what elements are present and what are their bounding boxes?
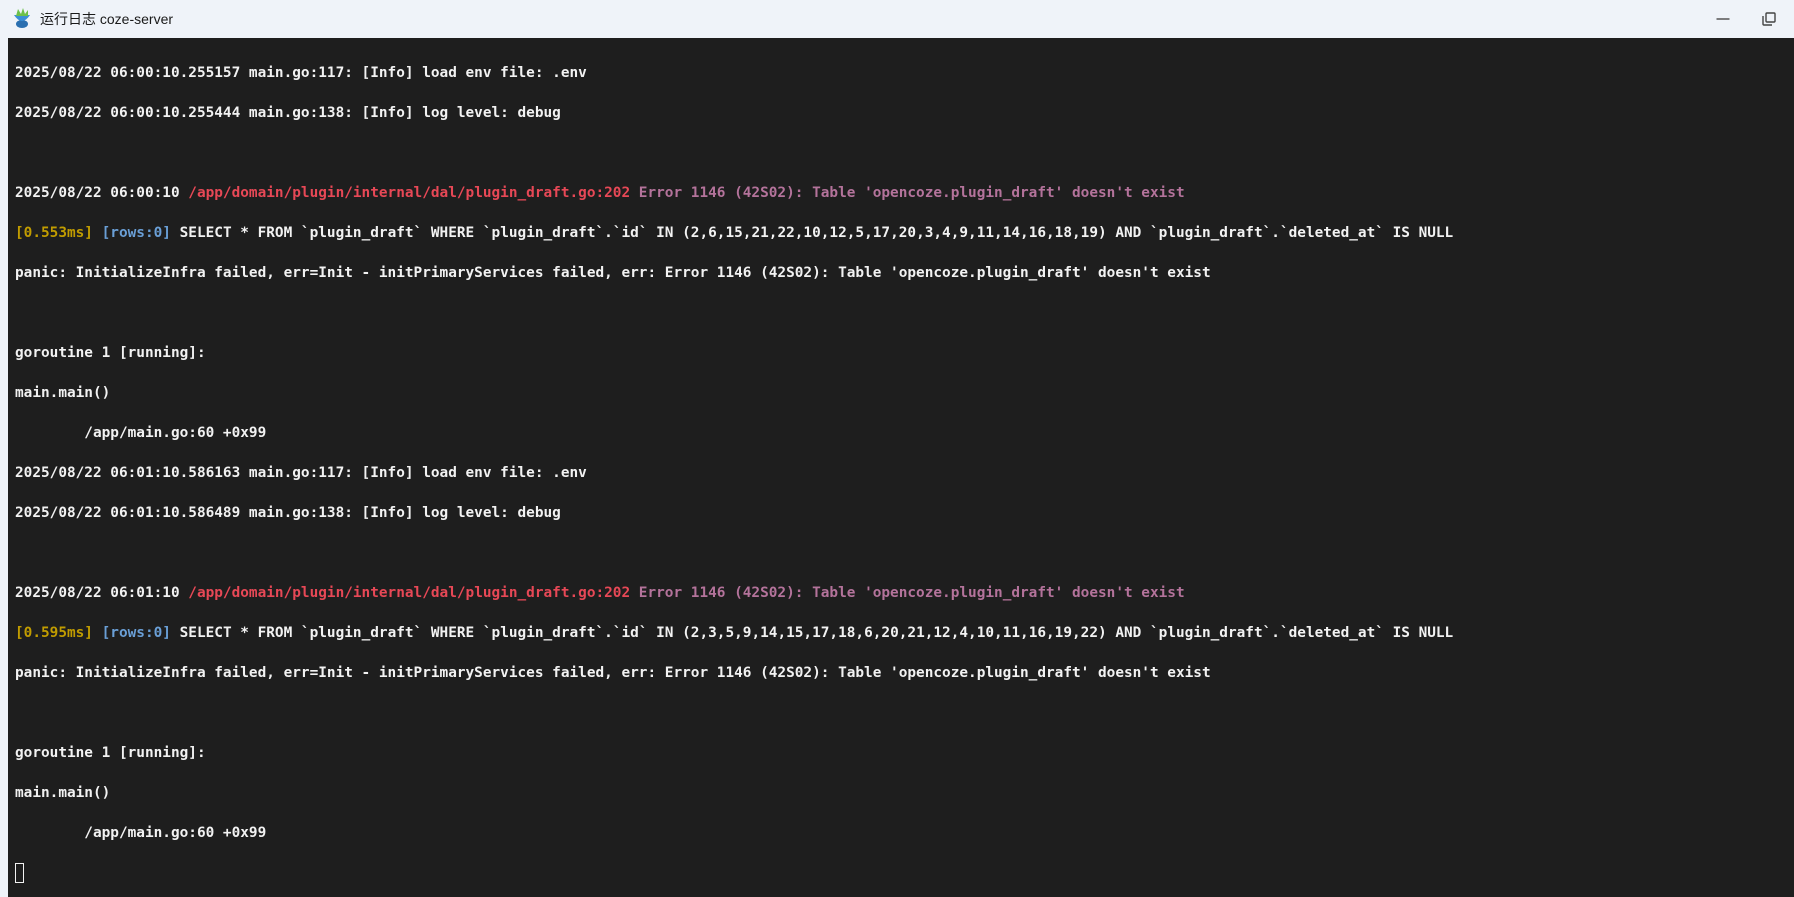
log-line: main.main() bbox=[15, 773, 1794, 813]
query-rows: [rows:0] bbox=[92, 225, 171, 241]
text-cursor bbox=[15, 863, 24, 883]
log-line: panic: InitializeInfra failed, err=Init … bbox=[15, 253, 1794, 293]
query-duration: [0.553ms] bbox=[15, 225, 93, 241]
log-line: goroutine 1 [running]: bbox=[15, 733, 1794, 773]
log-line: /app/main.go:60 +0x99 bbox=[15, 813, 1794, 853]
log-source-path: /app/domain/plugin/internal/dal/plugin_d… bbox=[188, 185, 631, 201]
log-text: main.main() bbox=[15, 385, 111, 401]
minimize-icon bbox=[1716, 18, 1730, 20]
log-text: /app/main.go:60 +0x99 bbox=[15, 425, 267, 441]
log-text: goroutine 1 [running]: bbox=[15, 345, 206, 361]
minimize-button[interactable] bbox=[1700, 0, 1746, 38]
log-output: 2025/08/22 06:00:10.255157 main.go:117: … bbox=[8, 38, 1794, 893]
log-line: 2025/08/22 06:01:10.586489 main.go:138: … bbox=[15, 493, 1794, 533]
app-icon bbox=[14, 8, 30, 28]
query-rows: [rows:0] bbox=[92, 625, 171, 641]
log-text: panic: InitializeInfra failed, err=Init … bbox=[15, 265, 1211, 281]
log-text: goroutine 1 [running]: bbox=[15, 745, 206, 761]
window-title: 运行日志 coze-server bbox=[40, 11, 174, 27]
prompt-line[interactable] bbox=[15, 853, 1794, 893]
restore-button[interactable] bbox=[1746, 0, 1792, 38]
log-terminal[interactable]: 2025/08/22 06:00:10.255157 main.go:117: … bbox=[8, 38, 1794, 897]
log-line: goroutine 1 [running]: bbox=[15, 333, 1794, 373]
log-text: main.main() bbox=[15, 785, 111, 801]
sql-statement: SELECT * FROM `plugin_draft` WHERE `plug… bbox=[170, 625, 1454, 641]
restore-icon bbox=[1762, 12, 1776, 26]
log-line: main.main() bbox=[15, 373, 1794, 413]
log-text: 2025/08/22 06:00:10.255157 main.go:117: … bbox=[15, 65, 587, 81]
log-timestamp: 2025/08/22 06:00:10 bbox=[15, 185, 189, 201]
query-duration: [0.595ms] bbox=[15, 625, 93, 641]
log-text: 2025/08/22 06:01:10.586489 main.go:138: … bbox=[15, 505, 561, 521]
log-line: /app/main.go:60 +0x99 bbox=[15, 413, 1794, 453]
log-line: 2025/08/22 06:00:10.255444 main.go:138: … bbox=[15, 93, 1794, 133]
log-source-path: /app/domain/plugin/internal/dal/plugin_d… bbox=[188, 585, 631, 601]
log-text: /app/main.go:60 +0x99 bbox=[15, 825, 267, 841]
log-line: [0.595ms] [rows:0] SELECT * FROM `plugin… bbox=[15, 613, 1794, 653]
log-text: 2025/08/22 06:01:10.586163 main.go:117: … bbox=[15, 465, 587, 481]
log-text: panic: InitializeInfra failed, err=Init … bbox=[15, 665, 1211, 681]
log-line: 2025/08/22 06:01:10 /app/domain/plugin/i… bbox=[15, 573, 1794, 613]
log-line: 2025/08/22 06:00:10 /app/domain/plugin/i… bbox=[15, 173, 1794, 213]
log-line: 2025/08/22 06:00:10.255157 main.go:117: … bbox=[15, 53, 1794, 93]
log-text: 2025/08/22 06:00:10.255444 main.go:138: … bbox=[15, 105, 561, 121]
log-timestamp: 2025/08/22 06:01:10 bbox=[15, 585, 189, 601]
log-line: panic: InitializeInfra failed, err=Init … bbox=[15, 653, 1794, 693]
log-error-message: Error 1146 (42S02): Table 'opencoze.plug… bbox=[630, 185, 1185, 201]
log-line: 2025/08/22 06:01:10.586163 main.go:117: … bbox=[15, 453, 1794, 493]
log-line: [0.553ms] [rows:0] SELECT * FROM `plugin… bbox=[15, 213, 1794, 253]
log-error-message: Error 1146 (42S02): Table 'opencoze.plug… bbox=[630, 585, 1185, 601]
title-bar: 运行日志 coze-server bbox=[0, 0, 1794, 38]
sql-statement: SELECT * FROM `plugin_draft` WHERE `plug… bbox=[170, 225, 1454, 241]
